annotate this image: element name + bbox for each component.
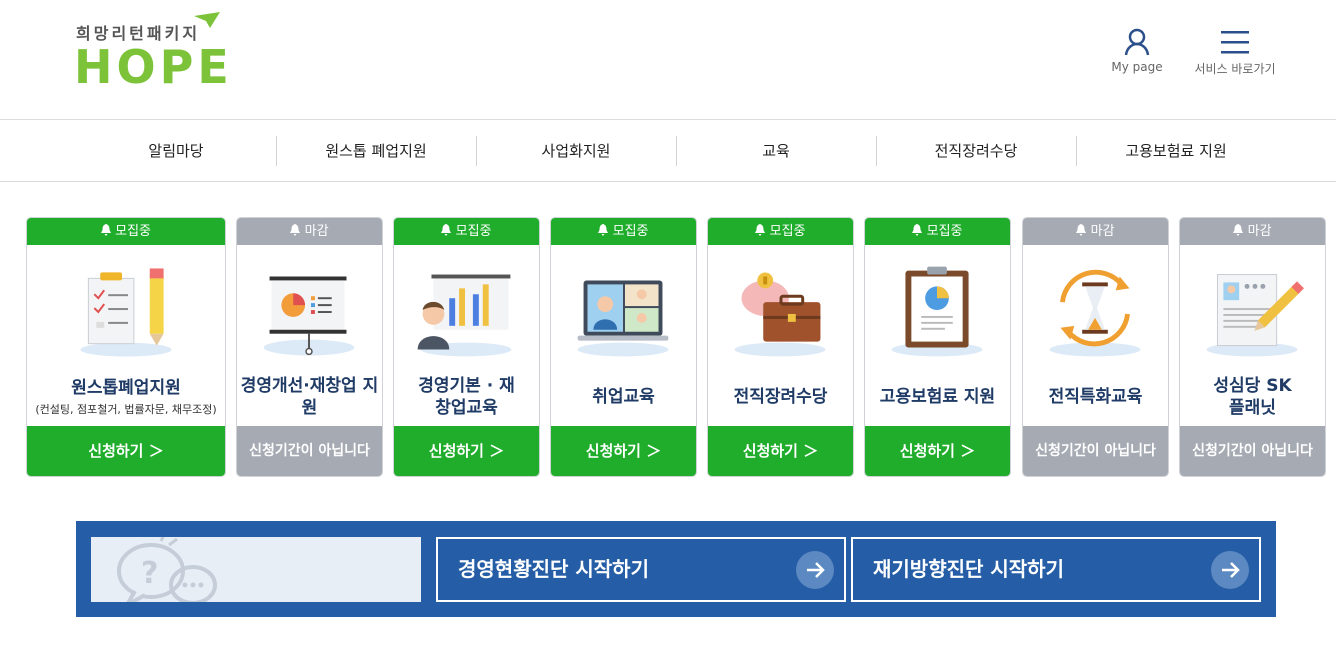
program-card: 모집중 고용보험료 지원 신청하기 ＞ <box>864 217 1011 477</box>
diagnosis-banner: ? 경영현황진단 시작하기 재기방향진단 시작하기 <box>76 521 1276 617</box>
business-diagnosis-label: 경영현황진단 시작하기 <box>458 557 649 581</box>
business-diagnosis-button[interactable]: 경영현황진단 시작하기 <box>436 537 846 602</box>
apply-button[interactable]: 신청하기 ＞ <box>27 426 225 476</box>
bell-icon <box>1076 224 1087 236</box>
apply-button[interactable]: 신청하기 ＞ <box>394 426 539 476</box>
card-status-badge: 마감 <box>1180 218 1325 245</box>
card-title: 경영개선·재창업 지원 <box>240 376 379 418</box>
piggybank-briefcase-icon <box>734 272 826 357</box>
site-header: 희망리턴패키지 HOPE My page 서비스 바로가기 <box>0 0 1336 120</box>
bell-icon <box>912 224 923 236</box>
apply-button-disabled[interactable]: 신청기간이 아닙니다 <box>1180 426 1325 476</box>
apply-button[interactable]: 신청하기 ＞ <box>865 426 1010 476</box>
card-title: 전직장려수당 <box>733 387 828 407</box>
service-label: 서비스 바로가기 <box>1194 62 1276 76</box>
bell-icon <box>290 224 301 236</box>
bell-icon <box>598 224 609 236</box>
restart-diagnosis-button[interactable]: 재기방향진단 시작하기 <box>851 537 1261 602</box>
card-status-badge: 마감 <box>237 218 382 245</box>
diagnosis-decoration: ? <box>91 537 421 602</box>
program-card: 모집중 취업교육 신청하기 ＞ <box>550 217 697 477</box>
nav-item-insurance-support[interactable]: 고용보험료 지원 <box>1076 120 1276 182</box>
arrow-right-icon <box>1211 551 1249 589</box>
svg-text:?: ? <box>141 556 158 591</box>
nav-divider <box>0 181 1336 182</box>
apply-button-disabled[interactable]: 신청기간이 아닙니다 <box>237 426 382 476</box>
program-card: 모집중 경영기본 · 재창업교육 신청하기 ＞ <box>393 217 540 477</box>
mypage-button[interactable]: My page <box>1106 28 1168 74</box>
resume-pen-icon <box>1206 274 1304 357</box>
nav-item-education[interactable]: 교육 <box>676 120 876 182</box>
apply-button-disabled[interactable]: 신청기간이 아닙니다 <box>1023 426 1168 476</box>
card-subtitle: (컨설팅, 점포철거, 법률자문, 채무조정) <box>35 402 217 416</box>
mypage-label: My page <box>1111 60 1163 74</box>
apply-button[interactable]: 신청하기 ＞ <box>708 426 853 476</box>
program-card: 모집중 전직장려수당 신청하기 ＞ <box>707 217 854 477</box>
arrow-right-icon <box>796 551 834 589</box>
nav-item-transfer-allowance[interactable]: 전직장려수당 <box>876 120 1076 182</box>
program-card: 모집중 원스톱폐업지원 (컨설팅, 점포철거, 법률자문, 채무조정) 신청하기… <box>26 217 226 477</box>
speech-bubble-question-icon: ? <box>117 537 217 602</box>
card-status-badge: 모집중 <box>27 218 225 245</box>
card-title: 원스톱폐업지원 (컨설팅, 점포철거, 법률자문, 채무조정) <box>35 377 217 416</box>
chart-presenter-icon <box>417 274 512 357</box>
bell-icon <box>441 224 452 236</box>
hamburger-menu-icon <box>1221 31 1249 54</box>
restart-diagnosis-label: 재기방향진단 시작하기 <box>873 557 1064 581</box>
card-status-badge: 마감 <box>1023 218 1168 245</box>
bell-icon <box>755 224 766 236</box>
program-card: 마감 전직특화교육 신청기간이 아닙니다 <box>1022 217 1169 477</box>
card-title: 경영기본 · 재창업교육 <box>418 376 515 418</box>
logo-title: HOPE <box>74 40 233 94</box>
nav-item-business-support[interactable]: 사업화지원 <box>476 120 676 182</box>
paper-plane-icon <box>194 12 220 28</box>
hourglass-icon <box>1049 269 1141 357</box>
clipboard-pie-icon <box>891 266 983 357</box>
card-status-badge: 모집중 <box>551 218 696 245</box>
card-status-badge: 모집중 <box>865 218 1010 245</box>
user-icon <box>1124 28 1150 56</box>
video-meeting-icon <box>577 280 669 357</box>
clipboard-checklist-icon <box>80 268 172 357</box>
card-title: 전직특화교육 <box>1048 387 1143 407</box>
global-nav: 알림마당 원스톱 폐업지원 사업화지원 교육 전직장려수당 고용보험료 지원 <box>76 120 1276 182</box>
apply-button[interactable]: 신청하기 ＞ <box>551 426 696 476</box>
card-title: 성심당 SK플래닛 <box>1213 376 1292 418</box>
bell-icon <box>100 224 111 236</box>
nav-item-notice[interactable]: 알림마당 <box>76 120 276 182</box>
card-status-badge: 모집중 <box>394 218 539 245</box>
hope-logo[interactable]: 희망리턴패키지 HOPE <box>74 12 229 94</box>
card-status-badge: 모집중 <box>708 218 853 245</box>
service-shortcut-button[interactable]: 서비스 바로가기 <box>1188 28 1282 77</box>
presentation-board-icon <box>263 276 355 356</box>
program-card: 마감 경영개선·재창업 지원 신청기간이 아닙니다 <box>236 217 383 477</box>
nav-item-closure-support[interactable]: 원스톱 폐업지원 <box>276 120 476 182</box>
bell-icon <box>1233 224 1244 236</box>
card-title: 취업교육 <box>592 387 655 407</box>
card-title: 고용보험료 지원 <box>879 387 996 407</box>
program-card: 마감 성심당 SK플래닛 신청기간이 아닙니다 <box>1179 217 1326 477</box>
